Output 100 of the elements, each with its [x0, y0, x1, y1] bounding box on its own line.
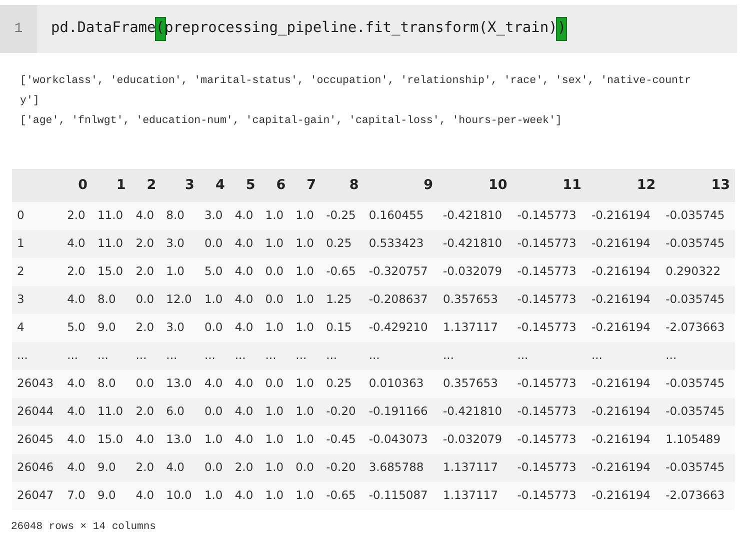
table-cell: -0.216194: [586, 370, 661, 398]
table-cell: 1.0: [260, 454, 291, 482]
table-cell: 3.685788: [364, 454, 438, 482]
table-cell: -0.216194: [586, 398, 661, 426]
table-cell: 0.25: [321, 370, 364, 398]
table-cell: -0.145773: [512, 230, 586, 258]
table-cell: 15.0: [92, 258, 131, 286]
table-cell: 10.0: [161, 482, 200, 510]
row-index: ...: [12, 342, 62, 370]
table-cell: 2.0: [130, 314, 162, 342]
table-cell: ...: [290, 342, 322, 370]
table-cell: 1.0: [290, 286, 322, 314]
table-cell: 2.0: [62, 258, 92, 286]
column-header: 12: [586, 169, 661, 202]
column-header: 4: [199, 169, 230, 202]
column-header: 13: [660, 169, 735, 202]
table-cell: ...: [199, 342, 230, 370]
table-cell: 1.0: [199, 482, 230, 510]
table-cell: 1.0: [290, 258, 322, 286]
table-cell: 11.0: [92, 202, 131, 230]
table-cell: 0.0: [199, 230, 230, 258]
table-cell: -0.115087: [364, 482, 438, 510]
table-cell: 0.010363: [364, 370, 438, 398]
row-index: 26047: [12, 482, 62, 510]
table-cell: -0.035745: [660, 286, 735, 314]
table-cell: 1.0: [290, 314, 322, 342]
table-cell: 0.0: [199, 398, 230, 426]
table-cell: 1.0: [260, 398, 291, 426]
table-cell: 12.0: [161, 286, 200, 314]
column-header: 9: [364, 169, 438, 202]
table-cell: 1.137117: [438, 314, 512, 342]
row-index: 4: [12, 314, 62, 342]
table-cell: 1.0: [260, 314, 291, 342]
table-cell: 1.0: [260, 426, 291, 454]
table-cell: 1.0: [290, 398, 322, 426]
output-text: ['workclass', 'education', 'marital-status', 'occupation', 'relationship', 'race', 'sex', 'native-country']: [20, 74, 691, 109]
table-cell: 4.0: [230, 426, 260, 454]
table-cell: 4.0: [130, 426, 162, 454]
table-cell: -0.421810: [438, 230, 512, 258]
table-cell: 0.0: [130, 286, 162, 314]
table-cell: 9.0: [92, 454, 131, 482]
table-cell: 0.0: [130, 370, 162, 398]
table-cell: 0.357653: [438, 286, 512, 314]
table-cell: -0.191166: [364, 398, 438, 426]
table-cell: 1.137117: [438, 482, 512, 510]
table-cell: 2.0: [130, 258, 162, 286]
table-cell: -0.216194: [586, 426, 661, 454]
table-cell: 4.0: [230, 398, 260, 426]
table-cell: -0.035745: [660, 454, 735, 482]
table-cell: 0.357653: [438, 370, 512, 398]
table-cell: -0.20: [321, 454, 364, 482]
table-cell: -0.145773: [512, 398, 586, 426]
table-cell: -0.65: [321, 258, 364, 286]
table-cell: -2.073663: [660, 314, 735, 342]
table-cell: 0.0: [260, 286, 291, 314]
table-cell: ...: [230, 342, 260, 370]
table-cell: 2.0: [130, 398, 162, 426]
table-cell: 3.0: [161, 230, 200, 258]
table-cell: 1.0: [290, 426, 322, 454]
column-header: 3: [161, 169, 200, 202]
table-cell: 1.137117: [438, 454, 512, 482]
table-cell: 1.0: [260, 482, 291, 510]
table-cell: -0.145773: [512, 202, 586, 230]
table-cell: 0.0: [199, 314, 230, 342]
column-header: 0: [62, 169, 92, 202]
table-cell: -0.145773: [512, 482, 586, 510]
table-cell: ...: [364, 342, 438, 370]
table-cell: -0.145773: [512, 314, 586, 342]
table-cell: -0.145773: [512, 258, 586, 286]
table-cell: 2.0: [62, 202, 92, 230]
table-cell: 0.0: [260, 370, 291, 398]
row-index: 26043: [12, 370, 62, 398]
table-cell: 3.0: [199, 202, 230, 230]
column-header: 10: [438, 169, 512, 202]
table-cell: 5.0: [62, 314, 92, 342]
table-cell: 1.0: [290, 230, 322, 258]
table-cell: 15.0: [92, 426, 131, 454]
table-cell: 1.0: [199, 286, 230, 314]
table-cell: -0.216194: [586, 230, 661, 258]
table-cell: 4.0: [62, 230, 92, 258]
table-cell: -0.320757: [364, 258, 438, 286]
table-cell: 0.160455: [364, 202, 438, 230]
table-cell: 8.0: [92, 370, 131, 398]
table-cell: 4.0: [230, 286, 260, 314]
table-cell: 1.0: [260, 230, 291, 258]
table-cell: ...: [161, 342, 200, 370]
table-cell: 4.0: [62, 426, 92, 454]
table-cell: 0.25: [321, 230, 364, 258]
row-index: 26045: [12, 426, 62, 454]
table-cell: -0.65: [321, 482, 364, 510]
table-cell: ...: [512, 342, 586, 370]
table-cell: 2.0: [130, 454, 162, 482]
table-cell: 0.533423: [364, 230, 438, 258]
table-cell: -0.421810: [438, 398, 512, 426]
table-cell: -0.216194: [586, 314, 661, 342]
table-cell: 4.0: [230, 482, 260, 510]
table-cell: -0.035745: [660, 202, 735, 230]
table-cell: 1.0: [199, 426, 230, 454]
table-cell: 4.0: [230, 258, 260, 286]
table-cell: -0.145773: [512, 426, 586, 454]
